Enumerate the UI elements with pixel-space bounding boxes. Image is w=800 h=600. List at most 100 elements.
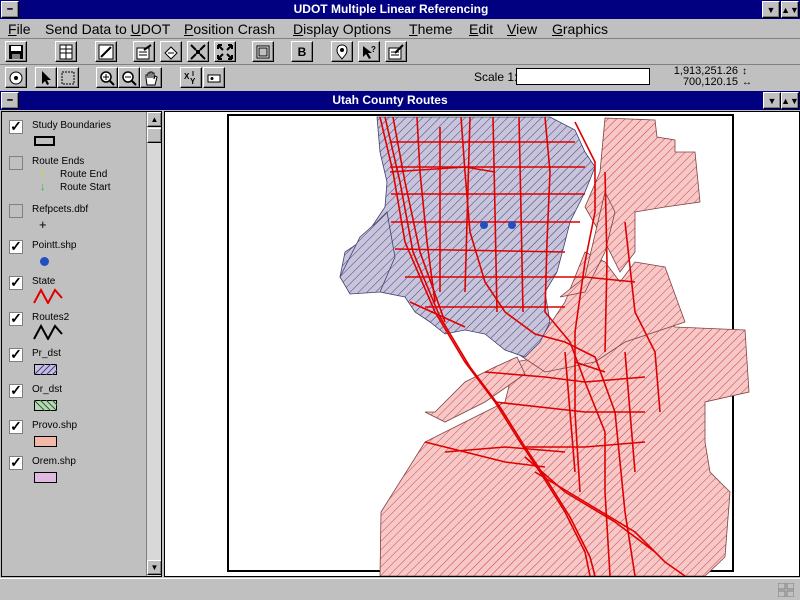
button-bar: B ? (0, 39, 800, 65)
layer-checkbox[interactable]: ✓ (9, 383, 23, 398)
b-button[interactable]: B (291, 41, 313, 62)
scale-input[interactable] (516, 68, 650, 85)
view-title-bar: ━ Utah County Routes ▼ ▲▼ (0, 91, 800, 110)
layer-checkbox[interactable]: ✓ (9, 347, 23, 362)
tool-bar: XY Scale 1: 1,913,251.26 700,120.15 ↕ ↔ (0, 65, 800, 91)
crosshair-icon: + (39, 217, 47, 232)
or-dst-fill-symbol (34, 400, 57, 411)
point-symbol (40, 257, 49, 266)
layer-checkbox[interactable]: ✓ (9, 455, 23, 470)
legend-item-pointt[interactable]: ✓ Pointt.shp (2, 238, 144, 270)
menu-position-crash[interactable]: Position Crash (184, 21, 275, 37)
edit-text-icon[interactable] (385, 41, 407, 62)
menu-graphics[interactable]: Graphics (552, 21, 608, 37)
menu-send-data-to-udot[interactable]: Send Data to UDOT (45, 21, 170, 37)
help-pointer-icon[interactable]: ? (358, 41, 380, 62)
legend-item-state[interactable]: ✓ State (2, 274, 144, 306)
route-start-arrow-icon: ↓ (40, 181, 46, 193)
layer-checkbox[interactable]: ✓ (9, 419, 23, 434)
table-icon[interactable] (55, 41, 77, 62)
pointer-icon[interactable] (35, 67, 57, 88)
view-maximize-button[interactable]: ▲▼ (781, 92, 799, 109)
layer-checkbox[interactable]: ✓ (9, 275, 23, 290)
menu-theme[interactable]: Theme (409, 21, 453, 37)
layer-name: State (32, 276, 56, 287)
svg-text:Y: Y (190, 77, 196, 86)
layout-icon[interactable] (252, 41, 274, 62)
svg-text:?: ? (371, 45, 376, 54)
y-coordinate: 700,120.15 (682, 76, 738, 88)
select-feature-icon[interactable] (57, 67, 79, 88)
layer-name: Provo.shp (32, 420, 78, 431)
state-line-symbol (33, 288, 63, 304)
menu-file[interactable]: File (8, 21, 31, 37)
coordinate-arrows-icon: ↕ ↔ (742, 66, 752, 88)
scroll-down-icon[interactable]: ▼ (147, 560, 161, 575)
orem-fill-symbol (34, 472, 57, 483)
coordinate-readout: 1,913,251.26 700,120.15 (660, 66, 738, 88)
app-title: UDOT Multiple Linear Referencing (293, 2, 489, 16)
layer-name: Refpcets.dbf (32, 204, 89, 215)
hotlink-icon[interactable] (331, 41, 353, 62)
menu-display-options[interactable]: Display Options (293, 21, 391, 37)
measure-icon[interactable]: XY (180, 67, 202, 88)
label-tool-icon[interactable] (203, 67, 225, 88)
scroll-up-icon[interactable]: ▲ (147, 112, 161, 127)
app-title-bar: ━ UDOT Multiple Linear Referencing ▼ ▲▼ (0, 0, 800, 19)
routes-line-symbol (33, 324, 63, 340)
legend-item-provo[interactable]: ✓ Provo.shp (2, 418, 144, 450)
map-point[interactable] (480, 221, 488, 229)
legend-editor-icon[interactable] (160, 41, 182, 62)
legend-item-route-ends[interactable]: Route Ends ↑ Route End ↓ Route Start (2, 154, 144, 194)
legend-item-pr-dst[interactable]: ✓ Pr_dst (2, 346, 144, 378)
map-canvas[interactable] (165, 112, 799, 576)
theme-properties-icon[interactable] (133, 41, 155, 62)
minimize-button[interactable]: ▼ (762, 1, 780, 18)
route-end-arrow-icon: ↑ (40, 168, 46, 180)
map-point[interactable] (508, 221, 516, 229)
legend-item-orem[interactable]: ✓ Orem.shp (2, 454, 144, 486)
menu-bar: File Send Data to UDOT Position Crash Di… (0, 19, 800, 39)
layer-name: Pr_dst (32, 348, 61, 359)
route-start-label: Route Start (60, 182, 111, 193)
scale-label: Scale 1: (474, 70, 518, 84)
layer-checkbox[interactable] (9, 156, 23, 170)
zoom-to-active-icon[interactable] (187, 41, 209, 62)
legend-item-or-dst[interactable]: ✓ Or_dst (2, 382, 144, 414)
legend-item-refpcets[interactable]: Refpcets.dbf + (2, 202, 144, 234)
layer-name: Route Ends (32, 156, 85, 167)
layer-name: Study Boundaries (32, 120, 111, 131)
layer-checkbox[interactable] (9, 204, 23, 218)
layer-name: Pointt.shp (32, 240, 77, 251)
scroll-thumb[interactable] (147, 128, 161, 143)
zoom-out-icon[interactable] (118, 67, 140, 88)
maximize-button[interactable]: ▲▼ (781, 1, 799, 18)
pan-hand-icon[interactable] (140, 67, 162, 88)
legend-item-study-boundaries[interactable]: ✓ Study Boundaries (2, 118, 144, 150)
legend-panel: ✓ Study Boundaries Route Ends ↑ Route En… (1, 111, 162, 577)
zoom-in-icon[interactable] (96, 67, 118, 88)
pr-dst-fill-symbol (34, 364, 57, 375)
layer-name: Orem.shp (32, 456, 76, 467)
layer-checkbox[interactable]: ✓ (9, 311, 23, 326)
zoom-to-full-extent-icon[interactable] (214, 41, 236, 62)
map-view[interactable] (164, 111, 800, 577)
system-menu-button[interactable]: ━ (1, 1, 19, 18)
provo-fill-symbol (34, 436, 57, 447)
layer-name: Or_dst (32, 384, 63, 395)
layer-checkbox[interactable]: ✓ (9, 119, 23, 134)
resize-grip-icon[interactable] (778, 583, 794, 597)
view-title: Utah County Routes (332, 93, 448, 107)
save-icon[interactable] (5, 41, 27, 62)
edit-tool-icon[interactable] (95, 41, 117, 62)
menu-edit[interactable]: Edit (469, 21, 493, 37)
legend-item-routes2[interactable]: ✓ Routes2 (2, 310, 144, 342)
view-system-menu-button[interactable]: ━ (1, 92, 19, 109)
legend-scrollbar[interactable]: ▲ ▼ (146, 112, 161, 576)
layer-name: Routes2 (32, 312, 70, 323)
status-bar (0, 578, 800, 600)
menu-view[interactable]: View (507, 21, 537, 37)
layer-checkbox[interactable]: ✓ (9, 239, 23, 254)
identify-icon[interactable] (5, 67, 27, 88)
view-minimize-button[interactable]: ▼ (763, 92, 781, 109)
